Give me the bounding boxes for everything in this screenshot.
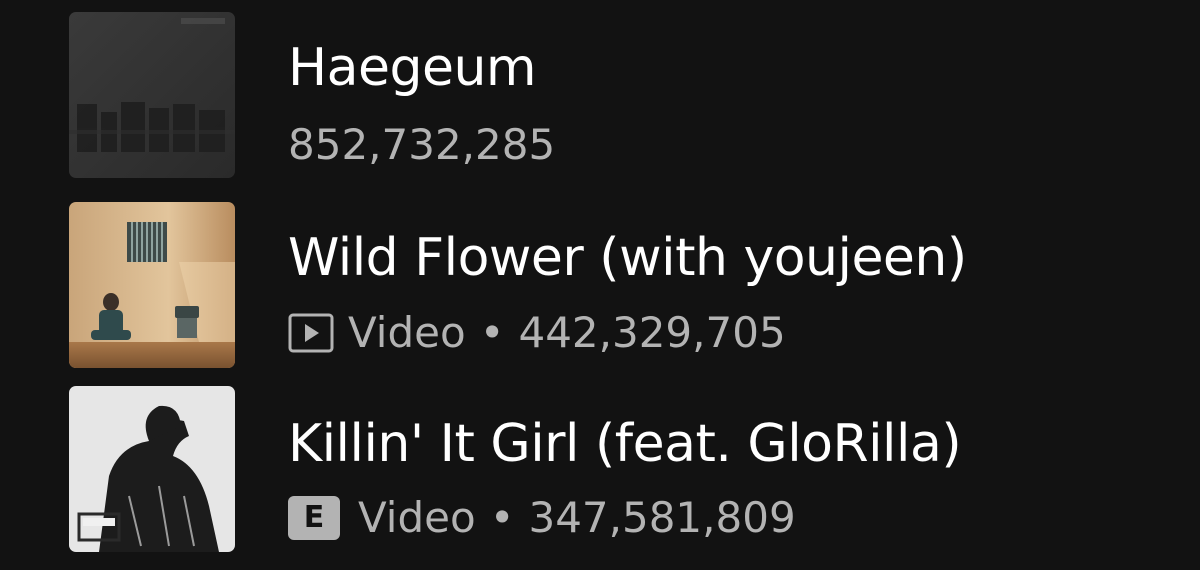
- play-count: 852,732,285: [288, 120, 556, 169]
- video-icon: [288, 313, 334, 353]
- explicit-badge: E: [288, 496, 340, 540]
- track-row-haegeum[interactable]: Haegeum 852,732,285: [0, 12, 1200, 180]
- media-type-label: Video: [348, 308, 466, 357]
- track-list: Haegeum 852,732,285 Wild Flower (with yo…: [0, 0, 1200, 570]
- track-row-wild-flower[interactable]: Wild Flower (with youjeen) Video • 442,3…: [0, 202, 1200, 370]
- separator-dot: •: [479, 308, 505, 357]
- separator-dot: •: [489, 493, 515, 542]
- track-meta: Video • 442,329,705: [288, 312, 786, 354]
- play-count: 442,329,705: [518, 308, 786, 357]
- track-title: Haegeum: [288, 38, 537, 98]
- album-art-killin-it-girl: [69, 386, 235, 552]
- track-title: Wild Flower (with youjeen): [288, 228, 967, 288]
- track-title: Killin' It Girl (feat. GloRilla): [288, 414, 962, 474]
- track-row-killin-it-girl[interactable]: Killin' It Girl (feat. GloRilla) E Video…: [0, 386, 1200, 554]
- album-art-wild-flower: [69, 202, 235, 368]
- play-count: 347,581,809: [528, 493, 796, 542]
- track-meta: 852,732,285: [288, 124, 555, 166]
- album-art-d-day: [69, 12, 235, 178]
- track-meta: E Video • 347,581,809: [288, 496, 796, 540]
- media-type-label: Video: [358, 493, 476, 542]
